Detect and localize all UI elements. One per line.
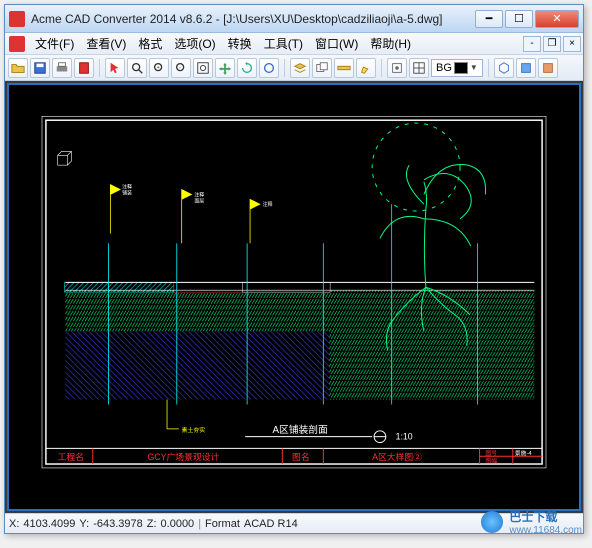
svg-text:+: + [157,64,160,70]
menu-convert[interactable]: 转换 [222,33,258,54]
status-z-value: 0.0000 [161,518,195,530]
save-button[interactable] [30,58,50,78]
settings-button[interactable] [387,58,407,78]
toolbar-separator [284,59,285,77]
menu-help[interactable]: 帮助(H) [364,33,417,54]
svg-text:铺装: 铺装 [122,189,132,196]
window-buttons: ━ ☐ ✕ [475,10,579,28]
status-separator: | [198,518,201,530]
view-3d-button[interactable] [494,58,514,78]
chevron-down-icon: ▼ [470,63,478,72]
view-top-button[interactable] [516,58,536,78]
menu-window[interactable]: 窗口(W) [309,33,364,54]
titlebar[interactable]: Acme CAD Converter 2014 v8.6.2 - [J:\Use… [5,5,583,33]
status-x-value: 4103.4099 [23,518,75,530]
watermark-url: www.11684.com [509,525,582,536]
frame-label-project: 工程名 [58,451,84,462]
svg-text:素土夯实: 素土夯实 [182,426,206,434]
svg-text:-: - [179,64,181,70]
svg-text:注释: 注释 [263,201,273,208]
drawing-viewport[interactable]: 注释 铺装 注释 面层 注释 [11,87,577,507]
menubar: 文件(F) 查看(V) 格式 选项(O) 转换 工具(T) 窗口(W) 帮助(H… [5,33,583,55]
section-label: A区铺装剖面 [273,423,329,436]
menu-view[interactable]: 查看(V) [80,33,132,54]
grid-button[interactable] [409,58,429,78]
workspace[interactable]: 注释 铺装 注释 面层 注释 [5,81,583,513]
rotate-button[interactable] [237,58,257,78]
print-button[interactable] [52,58,72,78]
menu-file[interactable]: 文件(F) [29,33,80,54]
highlight-button[interactable] [356,58,376,78]
zoom-in-button[interactable]: + [149,58,169,78]
minimize-button[interactable]: ━ [475,10,503,28]
menu-options[interactable]: 选项(O) [168,33,221,54]
project-name: GCY广场景观设计 [147,451,219,462]
zoom-out-button[interactable]: - [171,58,191,78]
app-window: Acme CAD Converter 2014 v8.6.2 - [J:\Use… [4,4,584,534]
bg-label: BG [436,62,452,74]
status-format-value: ACAD R14 [244,518,298,530]
status-x-label: X: [9,518,19,530]
bg-color-combo[interactable]: BG ▼ [431,59,483,77]
frame-label-dwgno: 图号 [485,450,497,457]
menu-tools[interactable]: 工具(T) [258,33,309,54]
export-button[interactable] [74,58,94,78]
svg-text:注释: 注释 [122,184,132,191]
mdi-restore-button[interactable]: ❐ [543,36,561,52]
svg-text:注释: 注释 [194,191,204,198]
mdi-minimize-button[interactable]: - [523,36,541,52]
layer-button[interactable] [290,58,310,78]
watermark-text: 巴士下载 [509,508,582,525]
zoom-window-button[interactable] [127,58,147,78]
scale-label: 1:10 [396,432,413,442]
toolbar-separator [381,59,382,77]
svg-text:面层: 面层 [194,198,204,204]
menu-format[interactable]: 格式 [132,33,168,54]
status-y-value: -643.3978 [93,518,143,530]
measure-button[interactable] [334,58,354,78]
close-button[interactable]: ✕ [535,10,579,28]
bg-swatch-icon [454,62,468,74]
frame-label-sheet: 图幅 [485,457,497,465]
zoom-extents-button[interactable] [193,58,213,78]
drawing-name: A区大样图② [372,451,422,462]
regen-button[interactable] [259,58,279,78]
cad-drawing: 注释 铺装 注释 面层 注释 [11,87,577,507]
status-format-label: Format [205,518,240,530]
window-title: Acme CAD Converter 2014 v8.6.2 - [J:\Use… [31,12,475,26]
batch-button[interactable] [312,58,332,78]
status-z-label: Z: [147,518,157,530]
maximize-button[interactable]: ☐ [505,10,533,28]
document-frame: 注释 铺装 注释 面层 注释 [7,83,581,511]
view-front-button[interactable] [538,58,558,78]
mdi-close-button[interactable]: × [563,36,581,52]
toolbar-separator [488,59,489,77]
drawing-no: 景施-4 [515,449,533,457]
frame-label-drawing: 图名 [292,451,310,462]
cursor-button[interactable] [105,58,125,78]
app-icon [9,11,25,27]
pan-button[interactable] [215,58,235,78]
status-y-label: Y: [79,518,89,530]
watermark-icon [481,511,503,533]
watermark: 巴士下载 www.11684.com [481,508,582,536]
toolbar-separator [99,59,100,77]
menubar-logo-icon [9,36,25,52]
open-button[interactable] [8,58,28,78]
toolbar: + - BG ▼ [5,55,583,81]
